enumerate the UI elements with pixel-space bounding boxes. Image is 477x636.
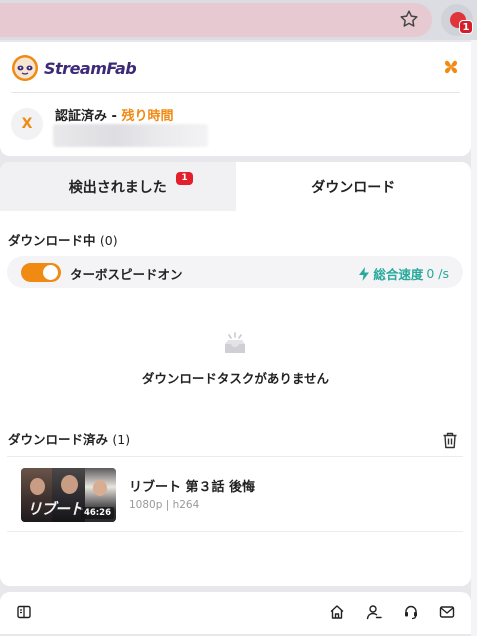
remaining-time-link[interactable]: 残り時間 xyxy=(121,109,173,124)
page-edge xyxy=(471,40,477,636)
empty-downloads-text: ダウンロードタスクがありません xyxy=(141,371,330,386)
tab-download-label: ダウンロード xyxy=(311,179,396,196)
lightning-icon xyxy=(359,266,370,281)
total-speed: 総合速度 0 /s xyxy=(358,264,449,283)
popup-header: StreamFab X 認証済み - 残り時間 xyxy=(0,42,471,156)
extension-icon[interactable]: 1 xyxy=(441,4,473,36)
address-bar[interactable] xyxy=(0,3,432,37)
downloaded-heading: ダウンロード済み (1) xyxy=(8,429,130,448)
sloth-logo-icon xyxy=(12,55,38,81)
brand: StreamFab xyxy=(11,54,137,82)
auth-status: 認証済み - 残り時間 xyxy=(55,105,173,124)
turbo-speed-label: ターボスピードオン xyxy=(70,267,183,282)
downloaded-divider xyxy=(7,456,463,457)
tab-download[interactable]: ダウンロード xyxy=(235,162,471,211)
list-item[interactable]: リブート 46:26 リブート 第３話 後悔 1080p | h264 xyxy=(7,458,463,532)
browser-toolbar: 1 xyxy=(0,0,477,40)
downloading-title: ダウンロード中 xyxy=(8,233,96,248)
grid-icon[interactable] xyxy=(442,58,460,76)
video-meta: 1080p | h264 xyxy=(129,499,200,511)
extension-badge: 1 xyxy=(459,20,473,34)
star-icon[interactable] xyxy=(398,8,420,30)
account-icon[interactable] xyxy=(366,604,382,620)
support-icon[interactable] xyxy=(403,604,419,620)
popup-footer xyxy=(0,592,471,634)
empty-tray-icon xyxy=(225,332,245,353)
account-email-redacted xyxy=(53,124,208,147)
video-thumbnail[interactable]: リブート 46:26 xyxy=(21,468,116,522)
toggle-knob xyxy=(43,265,58,280)
tab-detected-badge: 1 xyxy=(176,172,193,185)
auth-status-label: 認証済み - xyxy=(55,109,122,124)
total-speed-value: 0 /s xyxy=(426,266,449,281)
mail-icon[interactable] xyxy=(439,604,455,620)
turbo-speed-row: ターボスピードオン 総合速度 0 /s xyxy=(7,256,463,288)
home-icon[interactable] xyxy=(329,604,345,620)
total-speed-label: 総合速度 xyxy=(373,267,424,282)
video-title: リブート 第３話 後悔 xyxy=(129,480,256,495)
popup-main: 検出されました 1 ダウンロード ダウンロード中 (0) ターボスピードオン 総… xyxy=(0,162,471,586)
thumbnail-title: リブート xyxy=(27,500,84,518)
downloading-heading: ダウンロード中 (0) xyxy=(8,230,118,249)
video-duration: 46:26 xyxy=(80,507,114,519)
sidebar-panel-icon[interactable] xyxy=(16,604,32,620)
header-divider xyxy=(11,92,460,93)
trash-icon[interactable] xyxy=(442,432,458,449)
turbo-speed-toggle[interactable] xyxy=(21,263,61,282)
tab-bar: 検出されました 1 ダウンロード xyxy=(0,162,471,211)
downloaded-count: (1) xyxy=(112,432,131,447)
tab-detected-label: 検出されました xyxy=(68,179,167,196)
brand-name: StreamFab xyxy=(44,58,137,78)
tab-detected[interactable]: 検出されました 1 xyxy=(0,162,236,211)
avatar[interactable]: X xyxy=(11,108,43,140)
downloaded-title: ダウンロード済み xyxy=(8,432,109,447)
downloading-count: (0) xyxy=(99,233,118,248)
